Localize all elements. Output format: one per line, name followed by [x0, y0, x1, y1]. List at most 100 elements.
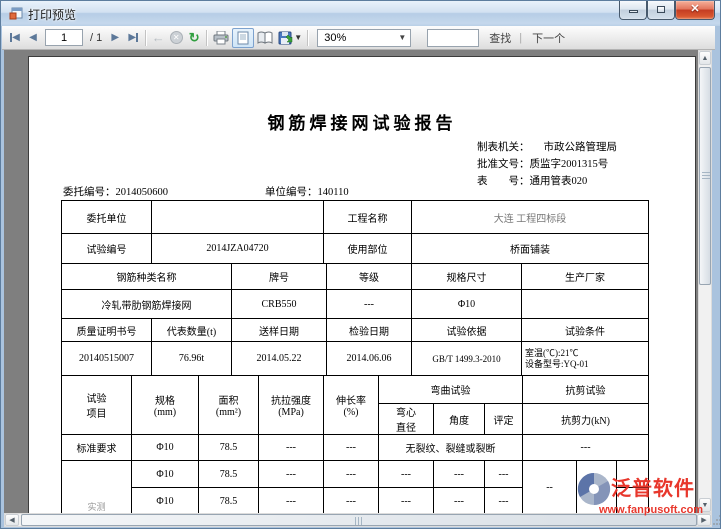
page-total-label: / 1 — [90, 32, 102, 44]
print-preview-window: 打印预览 ✕ ◀ ◀ / 1 ▶ ▶ ← ✕ ↻ — [0, 0, 721, 529]
export-button[interactable]: ▼ — [276, 28, 304, 48]
cell: --- — [434, 488, 485, 514]
cell: 等级 — [327, 264, 412, 290]
vertical-scroll-thumb[interactable] — [699, 67, 711, 285]
separator: | — [519, 32, 522, 44]
cell: --- — [327, 290, 412, 319]
separator — [206, 30, 207, 46]
search-input[interactable] — [427, 29, 479, 47]
cell: --- — [485, 461, 523, 488]
header-cell: 评定 — [485, 404, 523, 435]
cell: 代表数量(t) — [152, 319, 232, 342]
print-button[interactable] — [210, 28, 232, 48]
cell: Φ10 — [132, 461, 199, 488]
cell: 生产厂家 — [522, 264, 649, 290]
info-table-b: 钢筋种类名称 牌号 等级 规格尺寸 生产厂家 冷轧带肋钢筋焊接网 CRB550 … — [61, 263, 649, 319]
find-button[interactable]: 查找 — [489, 30, 511, 46]
watermark-brand: 泛普软件 — [611, 478, 695, 500]
dropdown-caret-icon: ▼ — [398, 33, 406, 42]
cell: 工程名称 — [324, 201, 412, 234]
fanpu-watermark: 泛普软件 www.fanpusoft.com — [577, 472, 719, 516]
test-condition-cell: 室温(℃):21℃ 设备型号:YQ-01 — [522, 342, 649, 376]
cell: 使用部位 — [324, 234, 412, 264]
cell: CRB550 — [232, 290, 327, 319]
dropdown-caret-icon: ▼ — [294, 33, 302, 42]
header-cell: 伸长率(%) — [324, 376, 379, 435]
cell: --- — [259, 435, 324, 461]
header-cell: 弯曲试验 — [379, 376, 523, 404]
cell: 无裂纹、裂缝或裂断 — [379, 435, 523, 461]
cell: Φ10 — [132, 435, 199, 461]
fanpu-logo-icon — [577, 472, 611, 506]
first-page-button[interactable]: ◀ — [6, 29, 24, 47]
titlebar: 打印预览 ✕ — [1, 1, 720, 26]
cell: 桥面铺装 — [412, 234, 649, 264]
maximize-button[interactable] — [647, 1, 675, 20]
close-button[interactable]: ✕ — [675, 1, 715, 20]
cell: 钢筋种类名称 — [62, 264, 232, 290]
page-number-input[interactable] — [45, 29, 83, 46]
printer-icon — [213, 31, 229, 45]
report-title: 钢筋焊接网试验报告 — [29, 109, 695, 134]
cell: 检验日期 — [327, 319, 412, 342]
next-page-button[interactable]: ▶ — [106, 29, 124, 47]
header-cell: 规格(mm) — [132, 376, 199, 435]
page-layout-icon — [237, 31, 249, 45]
previous-page-button[interactable]: ◀ — [24, 29, 42, 47]
vertical-scrollbar[interactable]: ▲ ▼ — [698, 50, 712, 513]
cell: -- — [523, 461, 577, 514]
header-cell: 抗剪试验 — [523, 376, 649, 404]
window-icon — [9, 7, 23, 20]
minimize-button[interactable] — [619, 1, 647, 20]
cell: --- — [324, 488, 379, 514]
cell: 2014.05.22 — [232, 342, 327, 376]
cell: --- — [259, 461, 324, 488]
approval-line: 批准文号：质监字2001315号 — [477, 156, 608, 171]
cell: --- — [324, 435, 379, 461]
cell: GB/T 1499.3-2010 — [412, 342, 522, 376]
print-layout-button[interactable] — [232, 28, 254, 48]
header-cell: 面积(mm²) — [199, 376, 259, 435]
cell: 78.5 — [199, 435, 259, 461]
cell: 试验编号 — [62, 234, 152, 264]
cell: --- — [379, 488, 434, 514]
stop-button[interactable]: ✕ — [167, 29, 185, 47]
page-setup-button[interactable] — [254, 28, 276, 48]
cell: 试验条件 — [522, 319, 649, 342]
report-page: 钢筋焊接网试验报告 制表机关：市政公路管理局 批准文号：质监字2001315号 … — [28, 56, 696, 513]
window-title: 打印预览 — [28, 6, 76, 23]
zoom-value: 30% — [324, 32, 346, 44]
toolbar: ◀ ◀ / 1 ▶ ▶ ← ✕ ↻ — [2, 26, 715, 50]
cell: --- — [259, 488, 324, 514]
cell: 送样日期 — [232, 319, 327, 342]
agency-line: 制表机关：市政公路管理局 — [477, 139, 617, 154]
cell — [152, 201, 324, 234]
report-tables: 委托单位 工程名称 大连 工程四标段 试验编号 2014JZA04720 使用部… — [61, 200, 648, 513]
cell: 20140515007 — [62, 342, 152, 376]
header-cell: 试验项目 — [62, 376, 132, 435]
zoom-combobox[interactable]: 30% ▼ — [317, 29, 411, 47]
find-next-button[interactable]: 下一个 — [532, 30, 565, 46]
cell: --- — [485, 488, 523, 514]
back-button[interactable]: ← — [149, 29, 167, 47]
scroll-up-button[interactable]: ▲ — [699, 51, 711, 65]
last-page-button[interactable]: ▶ — [124, 29, 142, 47]
cell — [522, 290, 649, 319]
cell: 规格尺寸 — [412, 264, 522, 290]
cell: 大连 工程四标段 — [412, 201, 649, 234]
cell: Φ10 — [412, 290, 522, 319]
form-number-line: 表 号：通用管表020 — [477, 173, 587, 188]
header-cell: 角度 — [434, 404, 485, 435]
watermark-url: www.fanpusoft.com — [599, 504, 719, 516]
resize-grip-icon[interactable] — [713, 515, 721, 527]
cell: 牌号 — [232, 264, 327, 290]
info-table-a: 委托单位 工程名称 大连 工程四标段 试验编号 2014JZA04720 使用部… — [61, 200, 649, 264]
book-icon — [257, 31, 273, 44]
cell: --- — [324, 461, 379, 488]
scroll-left-button[interactable]: ◀ — [5, 514, 19, 526]
cell: 78.5 — [199, 461, 259, 488]
cell: 76.96t — [152, 342, 232, 376]
refresh-button[interactable]: ↻ — [185, 29, 203, 47]
cell: 试验依据 — [412, 319, 522, 342]
cell: 委托单位 — [62, 201, 152, 234]
